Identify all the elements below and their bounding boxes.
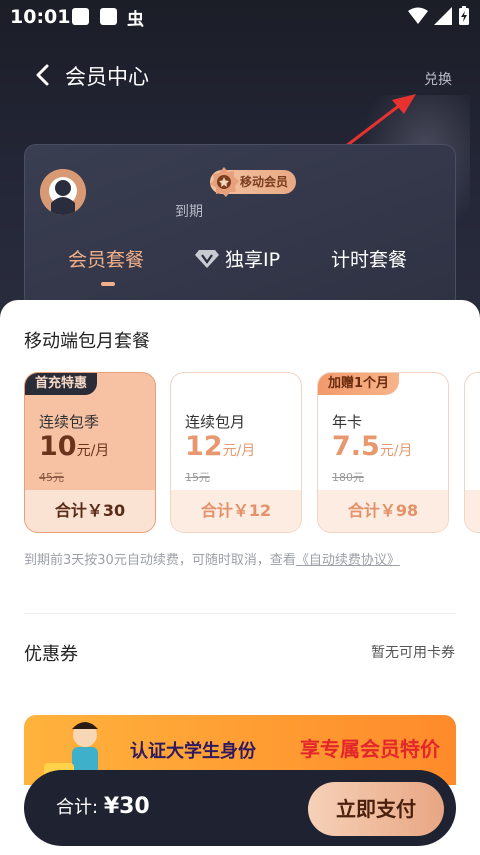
plan-total: 合计￥30	[25, 490, 155, 532]
divider	[24, 613, 456, 614]
renew-note-text: 到期前3天按30元自动续费，可随时取消，查看	[24, 553, 296, 568]
banner-text-offer: 享专属会员特价	[300, 737, 440, 761]
auto-renew-note: 到期前3天按30元自动续费，可随时取消，查看《自动续费协议》	[24, 550, 456, 571]
battery-icon	[459, 6, 469, 25]
banner-text-verify: 认证大学生身份	[130, 741, 256, 762]
plan-card-next-partial[interactable]	[464, 372, 480, 533]
total-value: ¥30	[103, 794, 150, 819]
plan-price: 10元/月	[39, 431, 110, 462]
coupon-value[interactable]: 暂无可用卡券	[371, 642, 455, 662]
signal-icon	[434, 7, 452, 25]
plan-card-annual[interactable]: 加赠1个月 年卡 7.5元/月 180元 合计￥98	[317, 372, 449, 533]
total-amount: 合计: ¥30	[56, 793, 150, 819]
plan-name: 年卡	[332, 413, 363, 431]
plan-total: 合计￥12	[171, 490, 301, 532]
pay-now-button[interactable]: 立即支付	[308, 782, 444, 836]
plan-name: 连续包月	[185, 413, 246, 431]
plan-price: 12元/月	[185, 431, 256, 462]
plan-card-monthly[interactable]: 连续包月 12元/月 15元 合计￥12	[170, 372, 302, 533]
plan-total-partial	[465, 490, 480, 532]
plan-card-quarterly[interactable]: 首充特惠 连续包季 10元/月 45元 合计￥30	[24, 372, 156, 533]
plan-total: 合计￥98	[318, 490, 448, 532]
coupon-label: 优惠券	[24, 644, 78, 665]
page-title: 会员中心	[65, 65, 149, 89]
wifi-icon	[408, 7, 428, 24]
badge-seal-icon	[210, 167, 239, 197]
plan-original-price: 45元	[39, 471, 64, 484]
back-arrow-icon[interactable]	[30, 62, 56, 88]
avatar[interactable]	[40, 169, 86, 215]
plan-tag: 加赠1个月	[318, 373, 400, 395]
status-bar: 10:01 虫	[0, 0, 480, 34]
diamond-icon	[195, 249, 219, 268]
tab-label: 独享IP	[225, 249, 281, 271]
member-card	[24, 144, 456, 309]
tab-exclusive-ip[interactable]: 独享IP	[195, 245, 280, 272]
auto-renew-agreement-link[interactable]: 《自动续费协议》	[296, 553, 400, 568]
redeem-button[interactable]: 兑换	[424, 69, 452, 89]
badge-label: 移动会员	[240, 175, 289, 189]
mobile-member-badge: 移动会员	[210, 167, 297, 197]
status-time: 10:01	[10, 6, 71, 28]
plan-original-price: 15元	[185, 471, 210, 484]
bug-icon: 虫	[127, 10, 144, 30]
tab-member-plans[interactable]: 会员套餐	[68, 245, 144, 272]
active-tab-indicator	[101, 282, 115, 286]
plan-original-price: 180元	[332, 471, 364, 484]
plans-section-title: 移动端包月套餐	[24, 331, 150, 352]
plan-price: 7.5元/月	[332, 431, 413, 462]
notification-icon	[100, 8, 117, 25]
plan-name: 连续包季	[39, 413, 100, 431]
user-avatar-icon	[40, 169, 86, 215]
plan-tag: 首充特惠	[25, 373, 98, 395]
total-label: 合计:	[56, 797, 99, 818]
tab-timed-plans[interactable]: 计时套餐	[331, 245, 407, 272]
notification-icon	[72, 8, 89, 25]
expire-label: 到期	[175, 204, 203, 220]
